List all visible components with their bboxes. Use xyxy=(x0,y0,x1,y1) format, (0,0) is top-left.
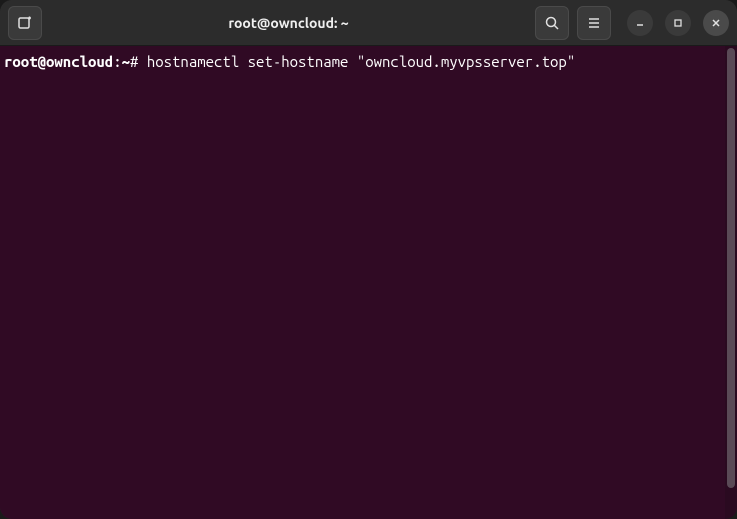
maximize-icon xyxy=(673,18,683,28)
prompt-symbol: # xyxy=(130,53,147,70)
new-tab-button[interactable] xyxy=(8,6,42,40)
titlebar: root@owncloud: ~ xyxy=(0,0,737,46)
close-button[interactable] xyxy=(703,10,729,36)
search-icon xyxy=(544,15,560,31)
minimize-button[interactable] xyxy=(627,10,653,36)
maximize-button[interactable] xyxy=(665,10,691,36)
new-tab-icon xyxy=(17,15,33,31)
menu-button[interactable] xyxy=(577,6,611,40)
scrollbar-track[interactable] xyxy=(725,46,737,519)
prompt-user: root@owncloud xyxy=(4,53,113,70)
window-title: root@owncloud: ~ xyxy=(50,15,527,31)
command-text: hostnamectl set-hostname "owncloud.myvps… xyxy=(147,53,575,70)
window-controls xyxy=(627,10,729,36)
terminal-content[interactable]: root@owncloud:~# hostnamectl set-hostnam… xyxy=(0,46,725,519)
prompt-path: ~ xyxy=(122,53,130,70)
scrollbar-thumb[interactable] xyxy=(727,48,735,488)
search-button[interactable] xyxy=(535,6,569,40)
minimize-icon xyxy=(635,18,645,28)
terminal-area[interactable]: root@owncloud:~# hostnamectl set-hostnam… xyxy=(0,46,737,519)
menu-icon xyxy=(586,15,602,31)
terminal-window: root@owncloud: ~ xyxy=(0,0,737,519)
close-icon xyxy=(711,18,721,28)
prompt-separator: : xyxy=(113,53,121,70)
